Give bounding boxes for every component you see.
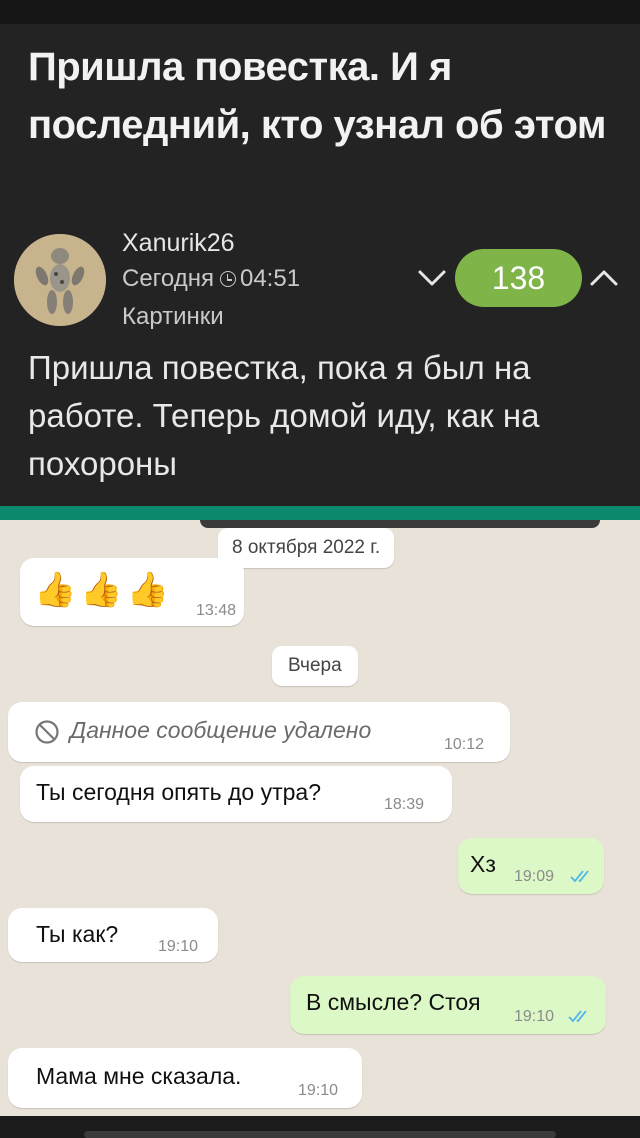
message-text: В смысле? Стоя bbox=[306, 989, 481, 1015]
message-time: 13:48 bbox=[196, 602, 237, 619]
thumbs-up-emoji: 👍 bbox=[34, 571, 77, 609]
chat-header-bar bbox=[0, 506, 640, 520]
emoji-row: 👍 👍 👍 bbox=[34, 568, 173, 612]
message-bubble-deleted[interactable]: Данное сообщение удалено 10:12 bbox=[8, 702, 510, 762]
date-label: Сегодня bbox=[122, 265, 214, 292]
double-check-icon bbox=[570, 870, 589, 883]
message-text: Ты как? bbox=[36, 921, 119, 947]
home-indicator[interactable] bbox=[84, 1131, 556, 1138]
message-bubble-outgoing[interactable]: В смысле? Стоя 19:10 bbox=[290, 976, 606, 1034]
chevron-down-icon[interactable] bbox=[414, 262, 450, 294]
message-bubble-outgoing[interactable]: Хз 19:09 bbox=[458, 838, 604, 894]
post-text: Пришла повестка, пока я был на работе. Т… bbox=[28, 349, 540, 482]
thumbs-up-emoji: 👍 bbox=[80, 571, 123, 609]
chat-screenshot: 8 октября 2022 г. 👍 👍 👍 13:48 Вчера Данное… bbox=[0, 506, 640, 1116]
author-name[interactable]: Xanurik26 bbox=[122, 228, 235, 258]
post-header: Пришла повестка. И я последний, кто узна… bbox=[0, 0, 640, 506]
message-time: 19:10 bbox=[298, 1082, 339, 1099]
chat-header-shadow bbox=[200, 520, 600, 528]
post-date: Сегодня 04:51 bbox=[122, 264, 300, 294]
date-separator: Вчера bbox=[272, 646, 358, 686]
no-entry-icon bbox=[35, 720, 59, 744]
avatar-image bbox=[14, 234, 106, 326]
rating-badge: 138 bbox=[455, 249, 582, 307]
post-title[interactable]: Пришла повестка. И я последний, кто узна… bbox=[28, 38, 608, 154]
message-time: 18:39 bbox=[384, 796, 425, 813]
date-separator: 8 октября 2022 г. bbox=[218, 528, 395, 568]
clock-icon bbox=[219, 271, 236, 287]
thumbs-up-emoji: 👍 bbox=[126, 571, 170, 609]
message-text: Данное сообщение удалено bbox=[70, 717, 372, 743]
message-time: 19:09 bbox=[514, 868, 555, 885]
message-bubble-incoming[interactable]: Ты как? 19:10 bbox=[8, 908, 218, 962]
double-check-icon bbox=[568, 1010, 587, 1023]
avatar[interactable] bbox=[14, 234, 106, 326]
message-bubble-emoji[interactable]: 👍 👍 👍 13:48 bbox=[20, 558, 244, 626]
message-time: 19:10 bbox=[158, 938, 199, 955]
chevron-up-icon[interactable] bbox=[586, 262, 622, 294]
message-time: 19:10 bbox=[514, 1008, 555, 1025]
message-bubble-incoming[interactable]: Мама мне сказала. 19:10 bbox=[8, 1048, 362, 1108]
message-time: 10:12 bbox=[444, 736, 485, 753]
post-category[interactable]: Картинки bbox=[122, 302, 224, 332]
message-text: Хз bbox=[470, 851, 496, 877]
status-strip bbox=[0, 0, 640, 24]
message-bubble-incoming[interactable]: Ты сегодня опять до утра? 18:39 bbox=[20, 766, 452, 822]
post-time: 04:51 bbox=[239, 265, 301, 292]
message-text: Мама мне сказала. bbox=[36, 1063, 242, 1089]
message-text: Ты сегодня опять до утра? bbox=[36, 779, 322, 805]
